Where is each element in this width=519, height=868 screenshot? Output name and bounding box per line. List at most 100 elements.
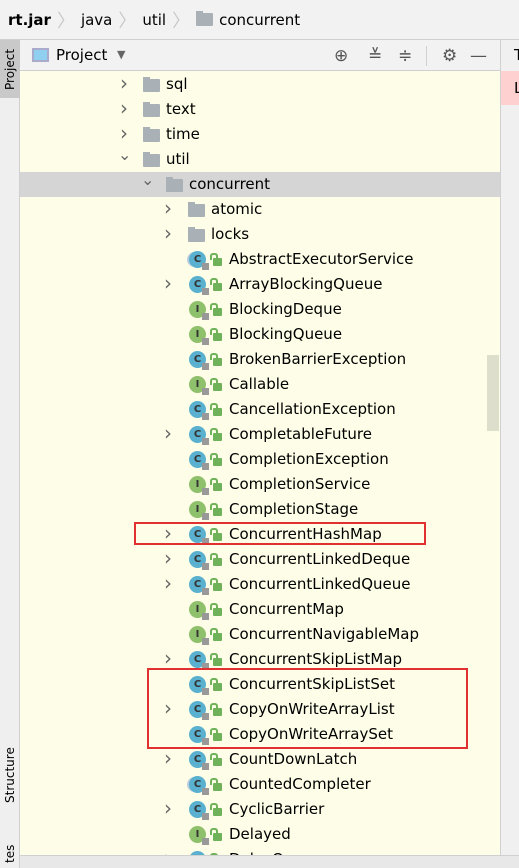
tree-item-label: atomic	[211, 200, 263, 218]
chevron-right-icon[interactable]: ›	[162, 546, 174, 570]
tree-item-label: ArrayBlockingQueue	[229, 275, 383, 293]
tree-item[interactable]: › C ArrayBlockingQueue	[20, 271, 500, 297]
class-icon: C	[189, 551, 209, 570]
tree-item[interactable]: ⌄ concurrent	[20, 170, 500, 197]
breadcrumb: rt.jar 〉 java 〉 util 〉 concurrent	[0, 0, 519, 40]
tree-item[interactable]: › time	[20, 121, 500, 147]
public-lock-icon	[210, 453, 222, 466]
chevron-right-icon[interactable]: ›	[162, 646, 174, 670]
breadcrumb-item[interactable]: concurrent	[219, 11, 300, 29]
tree-item[interactable]: C BrokenBarrierException	[20, 347, 500, 372]
folder-icon	[196, 11, 214, 26]
tree-item[interactable]: I Callable	[20, 372, 500, 397]
tree-item[interactable]: › sql	[20, 71, 500, 97]
tree-item[interactable]: C CountedCompleter	[20, 772, 500, 797]
chevron-right-icon[interactable]: ›	[118, 96, 130, 120]
folder-icon	[188, 227, 205, 242]
chevron-right-icon[interactable]: ›	[118, 121, 130, 145]
tree-item-label: AbstractExecutorService	[229, 250, 414, 268]
chevron-right-icon[interactable]: ›	[162, 421, 174, 445]
tree-item[interactable]: C CompletionException	[20, 447, 500, 472]
tree-item-label: time	[166, 125, 200, 143]
structure-tool-tab[interactable]: Structure	[0, 740, 20, 810]
chevron-down-icon[interactable]: ▼	[117, 48, 125, 61]
breadcrumb-separator: 〉	[118, 10, 137, 32]
chevron-right-icon[interactable]: ›	[162, 196, 174, 220]
tree-item[interactable]: › C ConcurrentLinkedDeque	[20, 546, 500, 572]
public-lock-icon	[210, 503, 222, 516]
gear-icon[interactable]: ⚙	[442, 46, 457, 66]
public-lock-icon	[210, 778, 222, 791]
tree-item-label: CompletionStage	[229, 500, 359, 518]
public-lock-icon	[210, 328, 222, 341]
tree-item[interactable]: C CancellationException	[20, 397, 500, 422]
tree-item-label: text	[166, 100, 196, 118]
public-lock-icon	[210, 578, 222, 591]
tree-item[interactable]: › C CountDownLatch	[20, 746, 500, 772]
tree-item[interactable]: I Delayed	[20, 822, 500, 847]
error-line-fragment: L	[501, 71, 519, 105]
chevron-down-icon[interactable]: ⌄	[118, 145, 131, 164]
chevron-right-icon[interactable]: ›	[162, 746, 174, 770]
public-lock-icon	[210, 353, 222, 366]
chevron-right-icon[interactable]: ›	[162, 796, 174, 820]
public-lock-icon	[210, 803, 222, 816]
folder-icon	[143, 77, 160, 92]
editor-tab-fragment[interactable]: T	[514, 46, 519, 64]
tree-item[interactable]: I BlockingQueue	[20, 322, 500, 347]
tree-item[interactable]: I CompletionStage	[20, 497, 500, 522]
tree-item[interactable]: › atomic	[20, 196, 500, 222]
expand-all-icon[interactable]: ≚	[368, 46, 382, 66]
tree-item[interactable]: › C ConcurrentLinkedQueue	[20, 571, 500, 597]
class-icon: C	[189, 351, 209, 370]
project-view-selector[interactable]: Project	[56, 46, 107, 64]
breadcrumb-item[interactable]: java	[81, 11, 112, 29]
class-icon: C	[189, 751, 209, 770]
chevron-right-icon[interactable]: ›	[162, 221, 174, 245]
tree-item-label: CyclicBarrier	[229, 800, 325, 818]
class-icon: C	[189, 426, 209, 445]
tree-item-label: BlockingDeque	[229, 300, 342, 318]
chevron-right-icon[interactable]: ›	[162, 571, 174, 595]
highlight-box	[147, 668, 468, 749]
project-panel-header: Project ▼ ⊕ ≚ ≑ ⚙ —	[20, 40, 500, 71]
tree-item[interactable]: › C CompletableFuture	[20, 421, 500, 447]
tree-item[interactable]: ⌄ util	[20, 145, 500, 172]
bottom-tool-tab[interactable]: tes	[0, 840, 20, 868]
breadcrumb-item[interactable]: rt.jar	[8, 11, 51, 29]
project-tool-tab[interactable]: Project	[0, 40, 20, 98]
collapse-all-icon[interactable]: ≑	[398, 46, 412, 66]
tree-item[interactable]: › text	[20, 96, 500, 122]
tree-item[interactable]: I ConcurrentNavigableMap	[20, 622, 500, 647]
tree-item[interactable]: › C CyclicBarrier	[20, 796, 500, 822]
breadcrumb-item[interactable]: util	[142, 11, 166, 29]
class-icon: C	[189, 276, 209, 295]
tree-item[interactable]: I CompletionService	[20, 472, 500, 497]
public-lock-icon	[210, 828, 222, 841]
chevron-right-icon[interactable]: ›	[118, 71, 130, 95]
interface-icon: I	[189, 601, 209, 620]
highlight-box	[134, 522, 426, 545]
tree-scrollbar[interactable]	[487, 355, 499, 431]
tree-item[interactable]: ›CDelayQueue	[20, 846, 500, 855]
class-icon: C	[189, 451, 209, 470]
tree-item[interactable]: C AbstractExecutorService	[20, 247, 500, 272]
project-view-icon	[32, 48, 49, 62]
chevron-right-icon[interactable]: ›	[162, 271, 174, 295]
tree-item[interactable]: I BlockingDeque	[20, 297, 500, 322]
folder-icon	[166, 177, 183, 192]
tree-item-label: concurrent	[189, 175, 271, 193]
minimize-icon[interactable]: —	[470, 46, 487, 66]
tree-item[interactable]: › locks	[20, 221, 500, 247]
locate-icon[interactable]: ⊕	[334, 46, 348, 66]
bottom-bar	[20, 855, 519, 868]
tree-item[interactable]: I ConcurrentMap	[20, 597, 500, 622]
chevron-down-icon[interactable]: ⌄	[141, 170, 154, 189]
tree-item-label: CountedCompleter	[229, 775, 371, 793]
abstract-class-icon: C	[189, 776, 209, 795]
public-lock-icon	[210, 603, 222, 616]
tree-item-label: locks	[211, 225, 250, 243]
public-lock-icon	[210, 303, 222, 316]
chevron-right-icon[interactable]: ›	[162, 846, 174, 855]
left-tool-strip: Project Structure tes	[0, 40, 20, 868]
